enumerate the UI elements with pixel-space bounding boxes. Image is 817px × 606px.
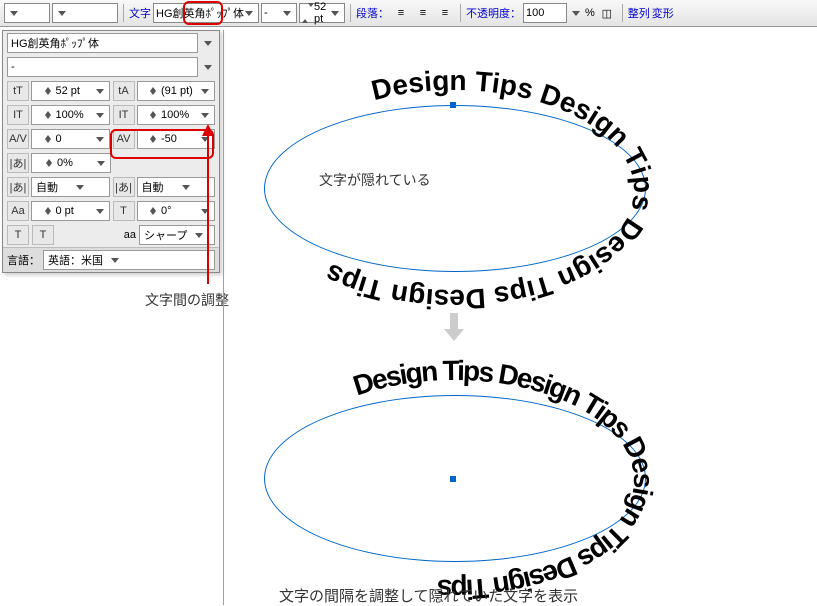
panel-language[interactable]: 英語：米国 (43, 250, 215, 270)
panel-hscale[interactable]: 100% (137, 105, 216, 125)
note-hidden-text: 文字が隠れている (319, 170, 431, 190)
panel-font-family[interactable] (7, 33, 198, 53)
panel-baseline-shift[interactable]: 0 pt (31, 201, 110, 221)
font-size-icon: tT (7, 81, 29, 101)
mask-icon[interactable]: ◫ (597, 3, 617, 23)
panel-char-rotation[interactable]: 0° (137, 201, 216, 221)
paragraph-label[interactable]: 段落： (356, 5, 389, 21)
center-anchor[interactable] (450, 476, 456, 482)
zoom-selector[interactable] (52, 3, 118, 23)
aki-left-icon: |あ| (7, 177, 29, 197)
callout-arrow (207, 134, 209, 284)
strikethrough-icon[interactable]: T (32, 225, 54, 245)
svg-text:Design Tips Design Tips Design: Design Tips Design Tips Design Tips Desi… (349, 355, 659, 605)
kerning-icon: A/V (7, 129, 29, 149)
percent-label: % (585, 7, 595, 19)
tsume-icon: |あ| (7, 153, 29, 173)
font-size[interactable]: 52 pt (299, 3, 345, 23)
align-right-icon[interactable]: ≡ (435, 3, 455, 23)
char-rotation-icon: T (113, 201, 135, 221)
note-tracking: 文字間の調整 (145, 290, 229, 310)
panel-font-style[interactable] (7, 57, 198, 77)
path-anchor[interactable] (450, 102, 456, 108)
note-result: 文字の間隔を調整して隠れていた文字を表示 (279, 585, 578, 606)
antialias-label: aa (124, 229, 136, 241)
opacity-dropdown-icon[interactable] (572, 11, 580, 16)
panel-leading[interactable]: (91 pt) (137, 81, 216, 101)
align-center-icon[interactable]: ≡ (413, 3, 433, 23)
hscale-icon: IT (113, 105, 135, 125)
panel-tsume[interactable]: 0% (31, 153, 111, 173)
aki-right-icon: |あ| (113, 177, 135, 197)
doc-selector[interactable] (4, 3, 50, 23)
baseline-shift-icon: Aa (7, 201, 29, 221)
opacity-label: 不透明度： (466, 5, 521, 21)
panel-aki-right[interactable]: 自動 (137, 177, 216, 197)
panel-vscale[interactable]: 100% (31, 105, 110, 125)
artboard[interactable]: Design Tips Design Tips Design Tips Desi… (223, 30, 817, 605)
tracking-icon: AV (113, 129, 135, 149)
down-arrow-icon (444, 313, 464, 341)
leading-icon: tA (113, 81, 135, 101)
opacity-field[interactable]: 100 (523, 3, 567, 23)
vscale-icon: IT (7, 105, 29, 125)
arrange-link[interactable]: 整列 (628, 5, 650, 21)
panel-antialias[interactable]: シャープ (139, 225, 215, 245)
font-family[interactable]: HG創英角ﾎﾟｯﾌﾟ体 (153, 3, 259, 23)
panel-font-size[interactable]: 52 pt (31, 81, 110, 101)
character-label[interactable]: 文字 (129, 5, 151, 21)
align-left-icon[interactable]: ≡ (391, 3, 411, 23)
transform-link[interactable]: 変形 (652, 5, 674, 21)
language-label: 言語： (7, 252, 40, 268)
character-panel: tT52 pt tA(91 pt) IT100% IT100% A/V0 AV-… (2, 30, 220, 273)
panel-aki-left[interactable]: 自動 (31, 177, 110, 197)
panel-kerning[interactable]: 0 (31, 129, 110, 149)
underline-icon[interactable]: T (7, 225, 29, 245)
font-style[interactable]: - (261, 3, 297, 23)
control-bar: 文字 HG創英角ﾎﾟｯﾌﾟ体 - 52 pt 段落： ≡ ≡ ≡ 不透明度： 1… (0, 0, 817, 27)
